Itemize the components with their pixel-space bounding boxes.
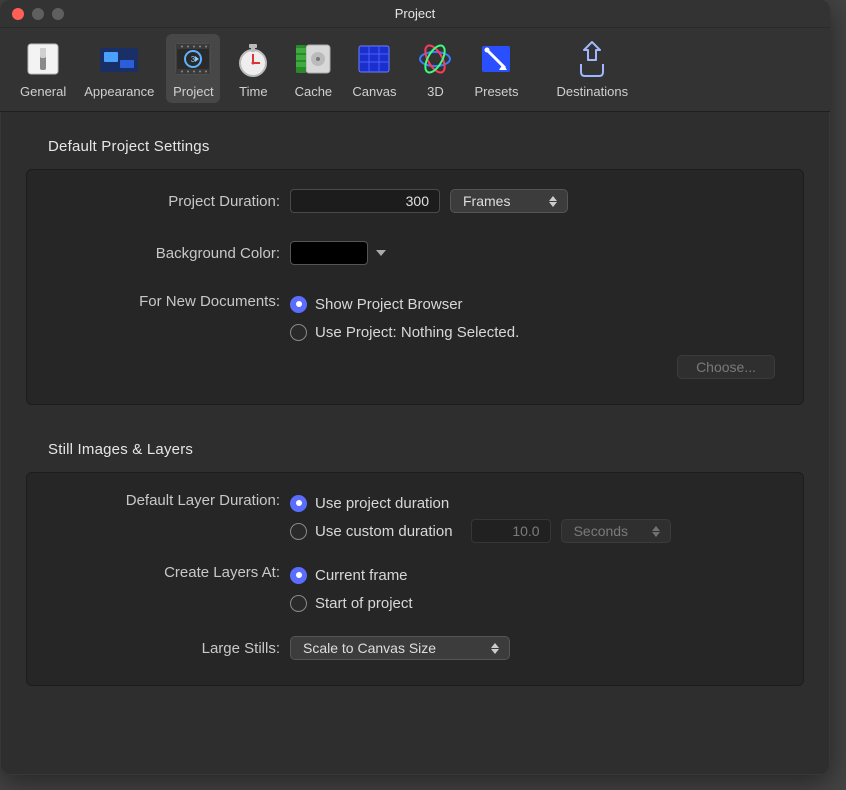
radio-use-custom-duration[interactable] [290, 523, 307, 540]
tab-presets[interactable]: Presets [468, 34, 524, 103]
tab-label: Time [239, 84, 267, 99]
row-choose: Choose... [45, 352, 785, 382]
destinations-icon [571, 38, 613, 80]
large-stills-select[interactable]: Scale to Canvas Size [290, 636, 510, 660]
panel-stills: Default Layer Duration: Use project dura… [26, 472, 804, 686]
radio-use-project[interactable] [290, 324, 307, 341]
radio-label: Use Project: Nothing Selected. [315, 324, 519, 341]
radio-start-of-project[interactable] [290, 595, 307, 612]
tab-canvas[interactable]: Canvas [346, 34, 402, 103]
chevron-down-icon[interactable] [374, 246, 388, 260]
button-label: Choose... [696, 359, 756, 375]
radio-label: Use custom duration [315, 523, 453, 540]
tab-label: Canvas [352, 84, 396, 99]
custom-duration-field[interactable] [471, 519, 551, 543]
section-title-stills: Still Images & Layers [48, 441, 804, 458]
radio-use-project-duration[interactable] [290, 495, 307, 512]
zoom-icon[interactable] [52, 8, 64, 20]
row-new-documents: For New Documents: Show Project Browser … [45, 290, 785, 346]
tab-cache[interactable]: Cache [286, 34, 340, 103]
tab-project[interactable]: 3 Project [166, 34, 220, 103]
select-value: Scale to Canvas Size [303, 640, 436, 656]
project-duration-field[interactable] [290, 189, 440, 213]
radio-label: Start of project [315, 595, 413, 612]
project-icon: 3 [172, 38, 214, 80]
window-title: Project [0, 6, 830, 21]
minimize-icon[interactable] [32, 8, 44, 20]
radio-label: Use project duration [315, 495, 449, 512]
row-project-duration: Project Duration: Frames [45, 186, 785, 216]
section-title-default-project: Default Project Settings [48, 138, 804, 155]
custom-duration-unit-select[interactable]: Seconds [561, 519, 671, 543]
row-background-color: Background Color: [45, 238, 785, 268]
select-value: Seconds [574, 523, 628, 539]
content-area: Default Project Settings Project Duratio… [0, 112, 830, 706]
radio-show-project-browser[interactable] [290, 296, 307, 313]
canvas-icon [353, 38, 395, 80]
select-value: Frames [463, 193, 510, 209]
label-project-duration: Project Duration: [45, 193, 290, 210]
row-create-layers-at: Create Layers At: Current frame Start of… [45, 561, 785, 617]
tab-label: General [20, 84, 66, 99]
radio-label: Show Project Browser [315, 296, 463, 313]
close-icon[interactable] [12, 8, 24, 20]
label-new-documents: For New Documents: [45, 290, 290, 310]
3d-icon [414, 38, 456, 80]
tab-label: Destinations [557, 84, 629, 99]
presets-icon [475, 38, 517, 80]
window-controls [0, 8, 64, 20]
chevron-updown-icon [547, 196, 559, 207]
appearance-icon [98, 38, 140, 80]
cache-icon [292, 38, 334, 80]
tab-general[interactable]: General [14, 34, 72, 103]
background-color-well[interactable] [290, 241, 368, 265]
label-default-layer-duration: Default Layer Duration: [45, 489, 290, 509]
chevron-updown-icon [489, 643, 501, 654]
tab-label: Presets [474, 84, 518, 99]
project-duration-unit-select[interactable]: Frames [450, 189, 568, 213]
label-create-layers-at: Create Layers At: [45, 561, 290, 581]
tab-label: Appearance [84, 84, 154, 99]
label-background-color: Background Color: [45, 245, 290, 262]
tab-destinations[interactable]: Destinations [551, 34, 635, 103]
tab-time[interactable]: Time [226, 34, 280, 103]
chevron-updown-icon [650, 526, 662, 537]
choose-button[interactable]: Choose... [677, 355, 775, 379]
radio-label: Current frame [315, 567, 408, 584]
titlebar: Project [0, 0, 830, 28]
toolbar: General Appearance [0, 28, 830, 112]
row-default-layer-duration: Default Layer Duration: Use project dura… [45, 489, 785, 545]
row-large-stills: Large Stills: Scale to Canvas Size [45, 633, 785, 663]
general-icon [22, 38, 64, 80]
tab-label: Project [173, 84, 213, 99]
panel-default-project: Project Duration: Frames Background Colo… [26, 169, 804, 405]
label-large-stills: Large Stills: [45, 640, 290, 657]
tab-appearance[interactable]: Appearance [78, 34, 160, 103]
tab-label: 3D [427, 84, 444, 99]
preferences-window: Project General Appearance [0, 0, 830, 775]
tab-label: Cache [295, 84, 333, 99]
time-icon [232, 38, 274, 80]
radio-current-frame[interactable] [290, 567, 307, 584]
tab-3d[interactable]: 3D [408, 34, 462, 103]
